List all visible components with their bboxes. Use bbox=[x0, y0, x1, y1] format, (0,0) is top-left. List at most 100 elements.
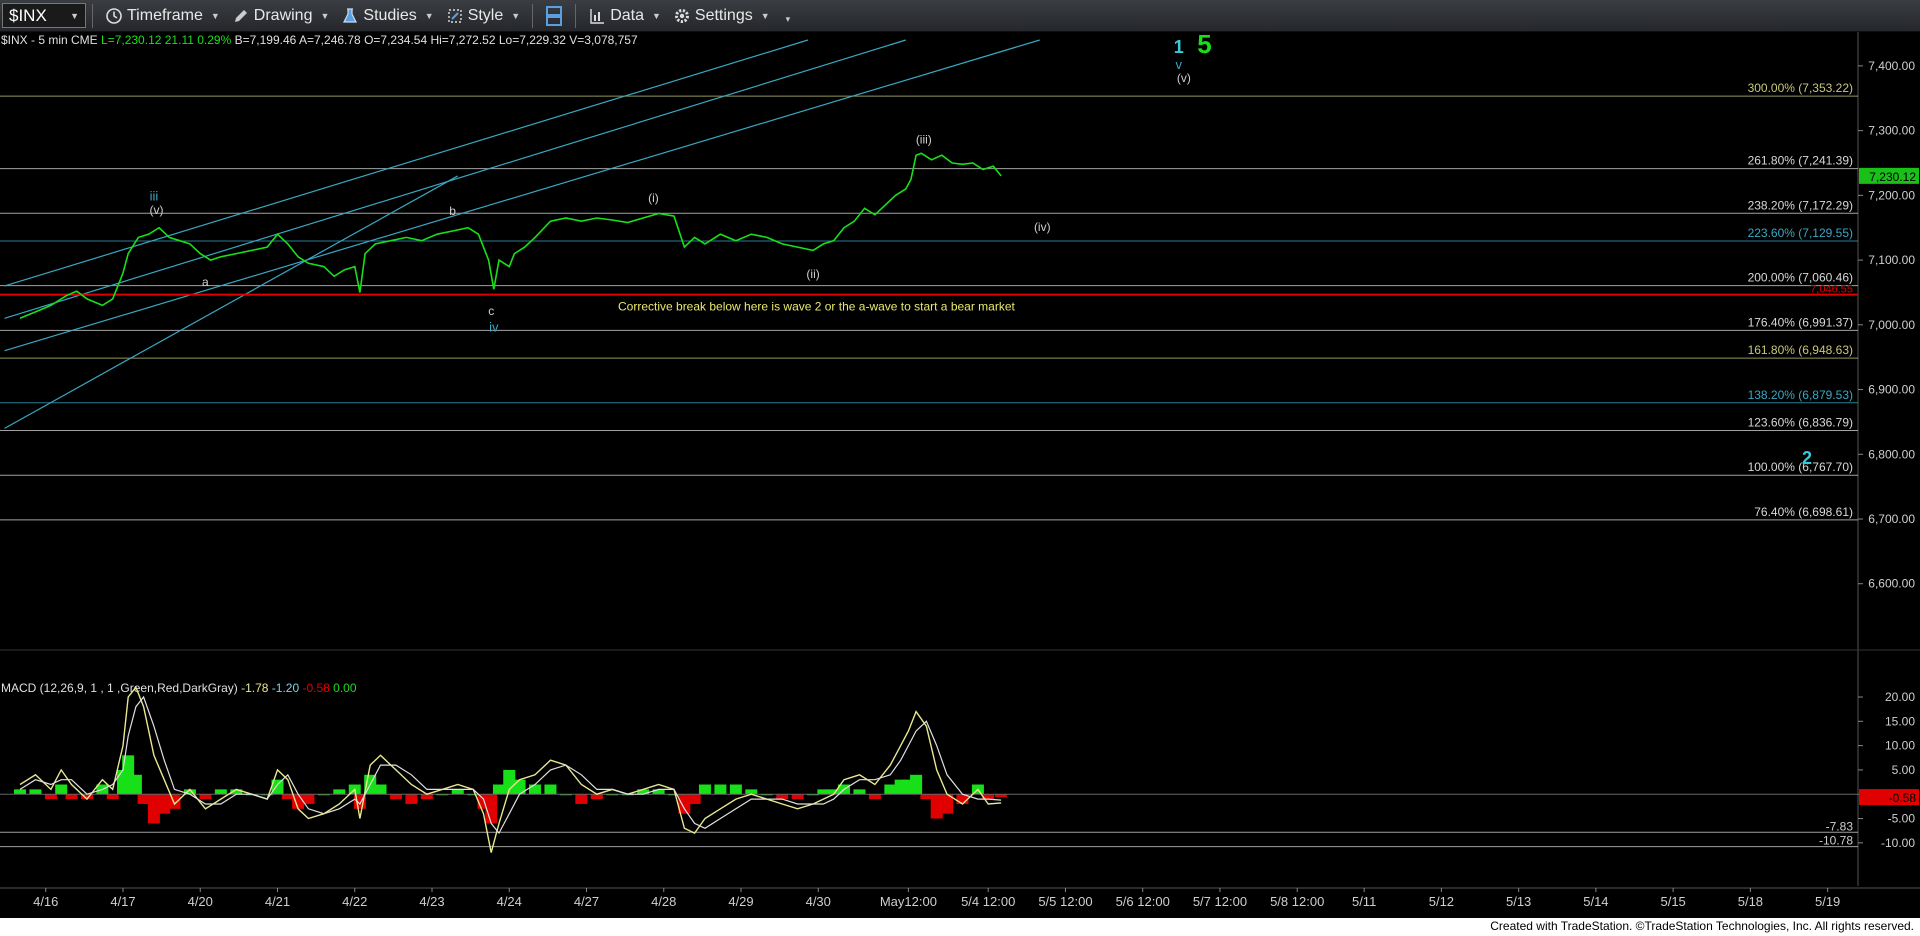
footer-bar: Created with TradeStation. ©TradeStation… bbox=[0, 918, 1920, 936]
layout-button[interactable] bbox=[539, 2, 569, 30]
fib-level-label: 123.60% (6,836.79) bbox=[1748, 415, 1853, 429]
wave-label: 5 bbox=[1197, 32, 1211, 59]
header-field: O=7,234.54 bbox=[361, 33, 428, 47]
data-label: Data bbox=[610, 6, 644, 24]
chevron-down-icon: ▼ bbox=[424, 10, 434, 21]
macd-histogram-bar bbox=[714, 784, 727, 795]
pencil-icon bbox=[232, 7, 250, 25]
macd-histogram-bar bbox=[137, 794, 150, 804]
x-tick-label: 4/27 bbox=[574, 894, 599, 909]
wave-label: v bbox=[1176, 57, 1183, 72]
x-tick-label: 4/16 bbox=[33, 894, 58, 909]
studies-button[interactable]: Studies ▼ bbox=[335, 2, 439, 30]
settings-button[interactable]: Settings ▼ bbox=[667, 2, 776, 30]
header-field: 21.11 bbox=[161, 33, 194, 47]
macd-histogram-bar bbox=[333, 789, 346, 795]
macd-histogram-bar bbox=[853, 789, 866, 795]
macd-readout: -1.20 bbox=[268, 681, 299, 695]
macd-histogram-bar bbox=[920, 794, 933, 800]
x-tick-label: 5/8 12:00 bbox=[1270, 894, 1324, 909]
macd-histogram-bar bbox=[910, 774, 923, 795]
wave-label: (i) bbox=[648, 191, 659, 205]
x-tick-label: 4/30 bbox=[806, 894, 831, 909]
fib-level-label: 223.60% (7,129.55) bbox=[1748, 226, 1853, 240]
chevron-down-icon: ▼ bbox=[651, 10, 661, 21]
x-tick-label: 5/4 12:00 bbox=[961, 894, 1015, 909]
header-field: Hi=7,272.52 bbox=[427, 33, 496, 47]
macd-histogram-bar bbox=[168, 794, 181, 809]
macd-histogram-bar bbox=[147, 794, 160, 824]
chevron-down-icon: ▾ bbox=[785, 14, 791, 24]
x-tick-label: 5/7 12:00 bbox=[1193, 894, 1247, 909]
wave-label: a bbox=[202, 275, 209, 289]
macd-histogram-bar bbox=[776, 794, 789, 800]
clock-icon bbox=[105, 7, 123, 25]
price-panel: $INX - 5 min CME L=7,230.12 21.11 0.29% … bbox=[0, 32, 1920, 680]
wave-label: (iv) bbox=[1034, 220, 1051, 234]
macd-histogram-bar bbox=[884, 784, 897, 795]
macd-histogram-bar bbox=[688, 794, 701, 804]
chevron-down-icon: ▼ bbox=[760, 10, 770, 21]
symbol-text: $INX bbox=[9, 5, 47, 25]
macd-histogram-bar bbox=[868, 794, 881, 800]
macd-tick-label: -5.00 bbox=[1888, 812, 1916, 826]
wave-label: (v) bbox=[1177, 71, 1191, 85]
macd-histogram-bar bbox=[698, 784, 711, 795]
flask-icon bbox=[341, 7, 359, 25]
macd-histogram-bar bbox=[14, 789, 26, 795]
x-tick-label: 5/12 bbox=[1429, 894, 1454, 909]
channel-trendline bbox=[4, 39, 906, 319]
x-tick-label: 5/14 bbox=[1583, 894, 1608, 909]
style-icon bbox=[446, 7, 464, 25]
price-tick-label: 6,700.00 bbox=[1868, 512, 1915, 526]
macd-tick-label: -10.00 bbox=[1881, 836, 1915, 850]
chevron-down-icon: ▼ bbox=[210, 10, 220, 21]
toolbar-more-button[interactable]: ▾ bbox=[776, 2, 797, 30]
header-field: 0.29% bbox=[194, 33, 232, 47]
fib-level-label: 138.20% (6,879.53) bbox=[1748, 388, 1853, 402]
macd-histogram-bar bbox=[791, 794, 804, 800]
fib-level-label: 200.00% (7,060.46) bbox=[1748, 271, 1853, 285]
macd-histogram-bar bbox=[590, 794, 603, 800]
macd-histogram-bar bbox=[544, 784, 557, 795]
macd-readout: 0.00 bbox=[330, 681, 357, 695]
wave-label: 1 bbox=[1174, 37, 1184, 57]
chevron-down-icon: ▼ bbox=[70, 10, 79, 21]
header-field: A=7,246.78 bbox=[296, 33, 361, 47]
macd-histogram-bar bbox=[492, 784, 505, 795]
symbol-selector[interactable]: $INX ▼ bbox=[2, 3, 86, 28]
x-tick-label: 5/6 12:00 bbox=[1116, 894, 1170, 909]
macd-histogram-bar bbox=[158, 794, 171, 814]
macd-histogram-bar bbox=[729, 784, 742, 795]
price-tick-label: 6,600.00 bbox=[1868, 577, 1915, 591]
macd-histogram-bar bbox=[529, 784, 541, 795]
header-field: B=7,199.46 bbox=[231, 33, 296, 47]
chevron-down-icon: ▼ bbox=[511, 10, 521, 21]
wave-label: c bbox=[488, 304, 494, 318]
wave-label: (ii) bbox=[806, 267, 819, 281]
macd-title-text: MACD (12,26,9, 1 , 1 ,Green,Red,DarkGray… bbox=[1, 681, 238, 695]
x-tick-label: 5/11 bbox=[1352, 894, 1376, 909]
macd-readout: -0.58 bbox=[299, 681, 330, 695]
chevron-down-icon: ▼ bbox=[320, 10, 330, 21]
settings-label: Settings bbox=[694, 6, 753, 24]
channel-trendline bbox=[4, 39, 809, 287]
toolbar-divider bbox=[92, 3, 93, 28]
channel-trendline bbox=[4, 175, 459, 429]
fib-level-label: 300.00% (7,353.22) bbox=[1748, 81, 1853, 95]
x-tick-label: 5/5 12:00 bbox=[1038, 894, 1092, 909]
drawing-button[interactable]: Drawing ▼ bbox=[226, 2, 336, 30]
data-button[interactable]: Data ▼ bbox=[582, 2, 667, 30]
style-button[interactable]: Style ▼ bbox=[440, 2, 527, 30]
gear-icon bbox=[673, 7, 691, 25]
timeframe-button[interactable]: Timeframe ▼ bbox=[99, 2, 226, 30]
price-tick-label: 7,100.00 bbox=[1868, 253, 1915, 267]
macd-histogram-bar bbox=[44, 794, 57, 800]
price-header: $INX - 5 min CME L=7,230.12 21.11 0.29% … bbox=[1, 33, 638, 47]
macd-ref-label: -10.78 bbox=[1819, 834, 1853, 848]
macd-histogram-bar bbox=[55, 784, 68, 795]
chart-canvas: $INX - 5 min CME L=7,230.12 21.11 0.29% … bbox=[0, 32, 1920, 909]
x-tick-label: 4/23 bbox=[419, 894, 444, 909]
chart-note: Corrective break below here is wave 2 or… bbox=[618, 300, 1016, 314]
fib-level-label: 261.80% (7,241.39) bbox=[1748, 154, 1853, 168]
